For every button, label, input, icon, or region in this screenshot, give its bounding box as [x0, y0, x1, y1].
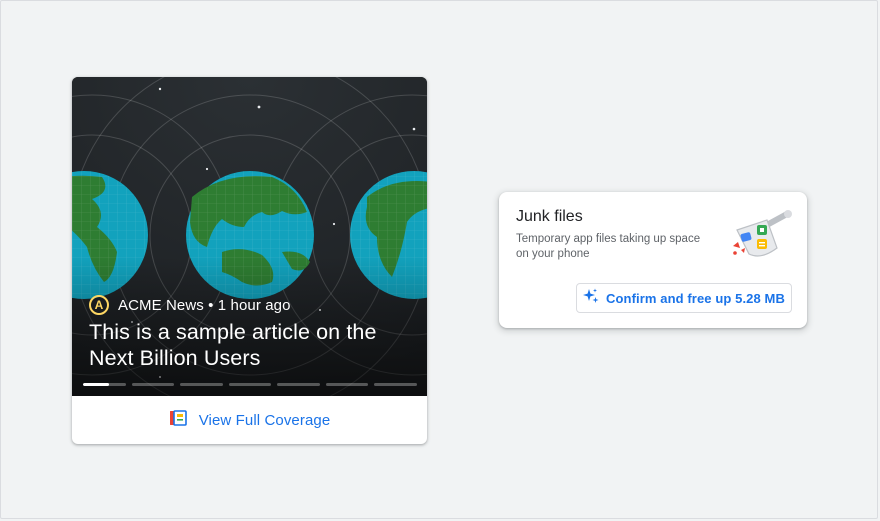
publisher-logo: A — [89, 295, 109, 315]
view-full-coverage-label: View Full Coverage — [198, 411, 331, 429]
story-progress-segment — [228, 383, 272, 386]
confirm-free-up-button[interactable]: Confirm and free up 5.28 MB — [576, 283, 792, 313]
confirm-free-up-label: Confirm and free up 5.28 MB — [606, 290, 785, 306]
view-full-coverage-button[interactable]: View Full Coverage — [72, 396, 427, 444]
article-hero-image[interactable]: A ACME News • 1 hour ago This is a sampl… — [72, 77, 427, 396]
junk-files-card: Junk files Temporary app files taking up… — [499, 192, 807, 328]
junk-files-title: Junk files — [516, 208, 583, 225]
story-progress-segment — [180, 383, 223, 386]
story-progress-fill — [83, 383, 109, 386]
article-source-meta: ACME News • 1 hour ago — [118, 296, 291, 314]
full-coverage-icon — [169, 409, 187, 431]
article-source-row: A ACME News • 1 hour ago — [89, 295, 291, 315]
junk-files-description: Temporary app files taking up space on y… — [516, 233, 701, 260]
story-progress-segment — [277, 383, 320, 386]
news-card[interactable]: A ACME News • 1 hour ago This is a sampl… — [72, 77, 427, 444]
story-progress-segment — [374, 383, 418, 386]
article-headline[interactable]: This is a sample article on the Next Bil… — [89, 319, 414, 371]
sparkle-icon — [583, 288, 599, 309]
story-progress-bar — [83, 383, 418, 386]
story-progress-segment — [325, 383, 369, 386]
dustpan-icon — [727, 206, 797, 267]
story-progress-segment — [131, 383, 175, 386]
story-progress-segment — [83, 383, 126, 386]
